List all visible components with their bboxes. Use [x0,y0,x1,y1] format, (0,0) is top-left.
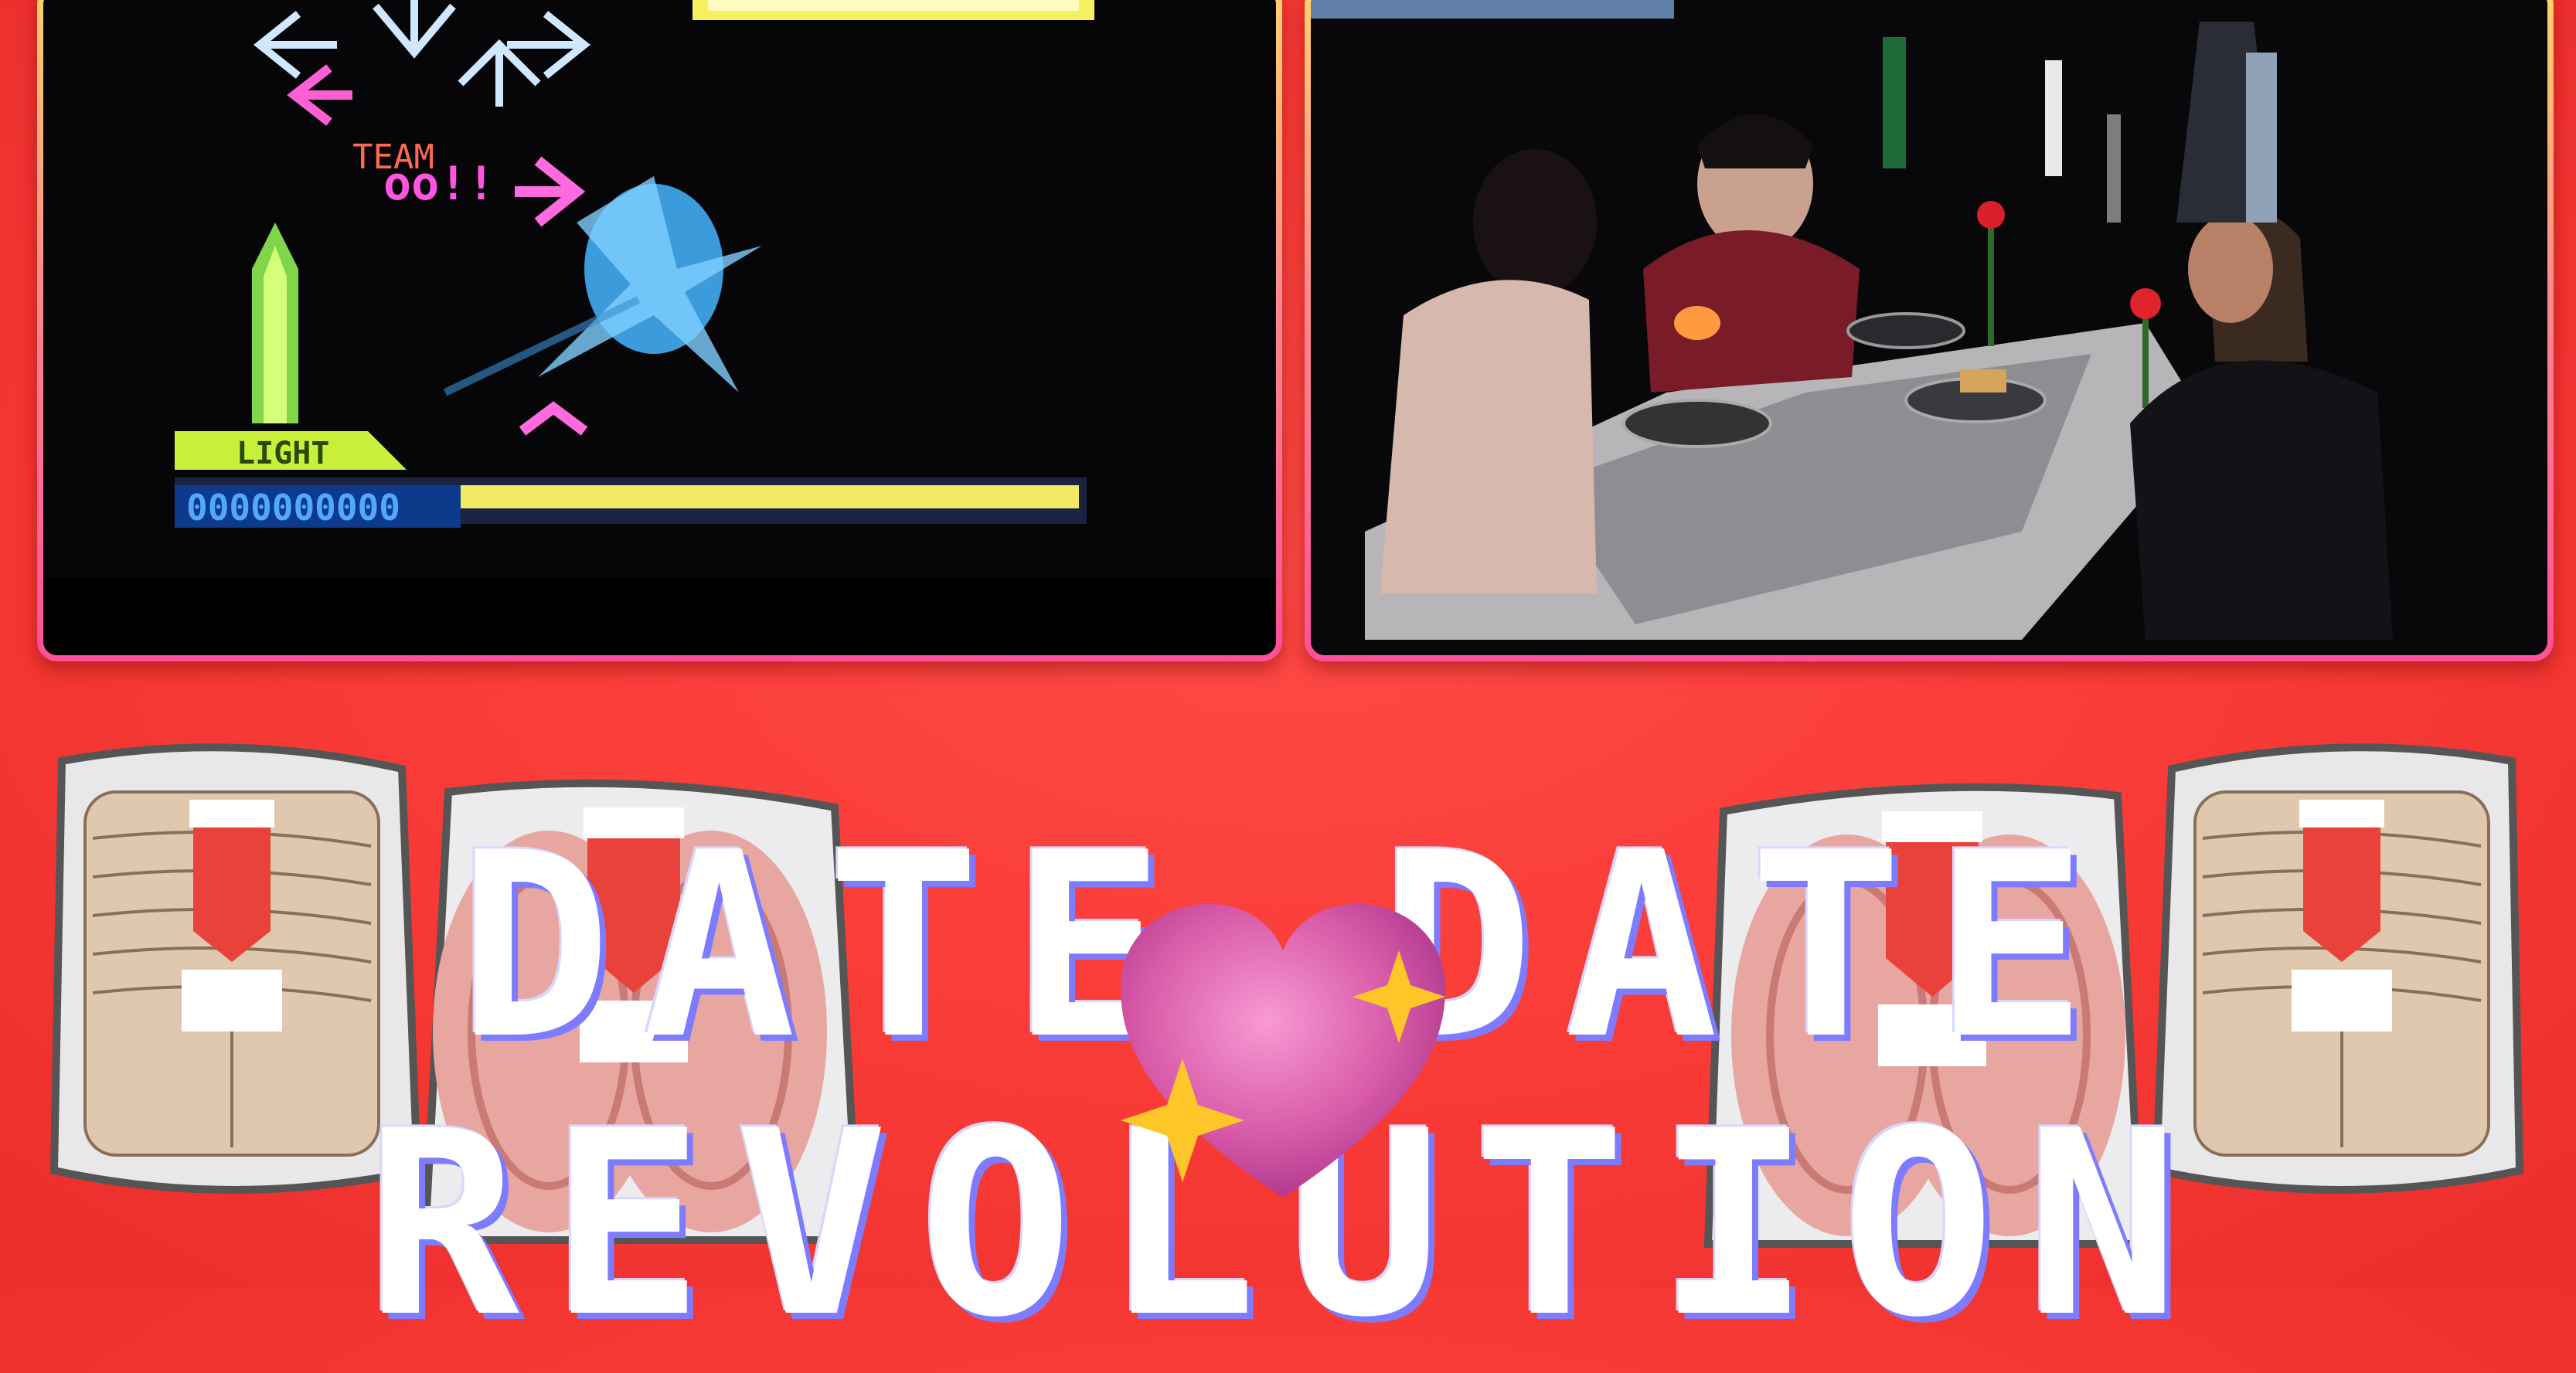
dinner-photo-panel [1305,0,2554,661]
dinner-photo-image [1311,0,2547,655]
game-screen-image: TEAM oo!! LIGHT 0000000000 [43,0,1276,655]
sparkling-heart-icon [1121,904,1445,1198]
judgment-label: oo!! [383,157,495,211]
mode-label: LIGHT [237,436,329,471]
score-digits: 0000000000 [186,487,400,528]
game-screenshot-panel: TEAM oo!! LIGHT 0000000000 [37,0,1282,661]
